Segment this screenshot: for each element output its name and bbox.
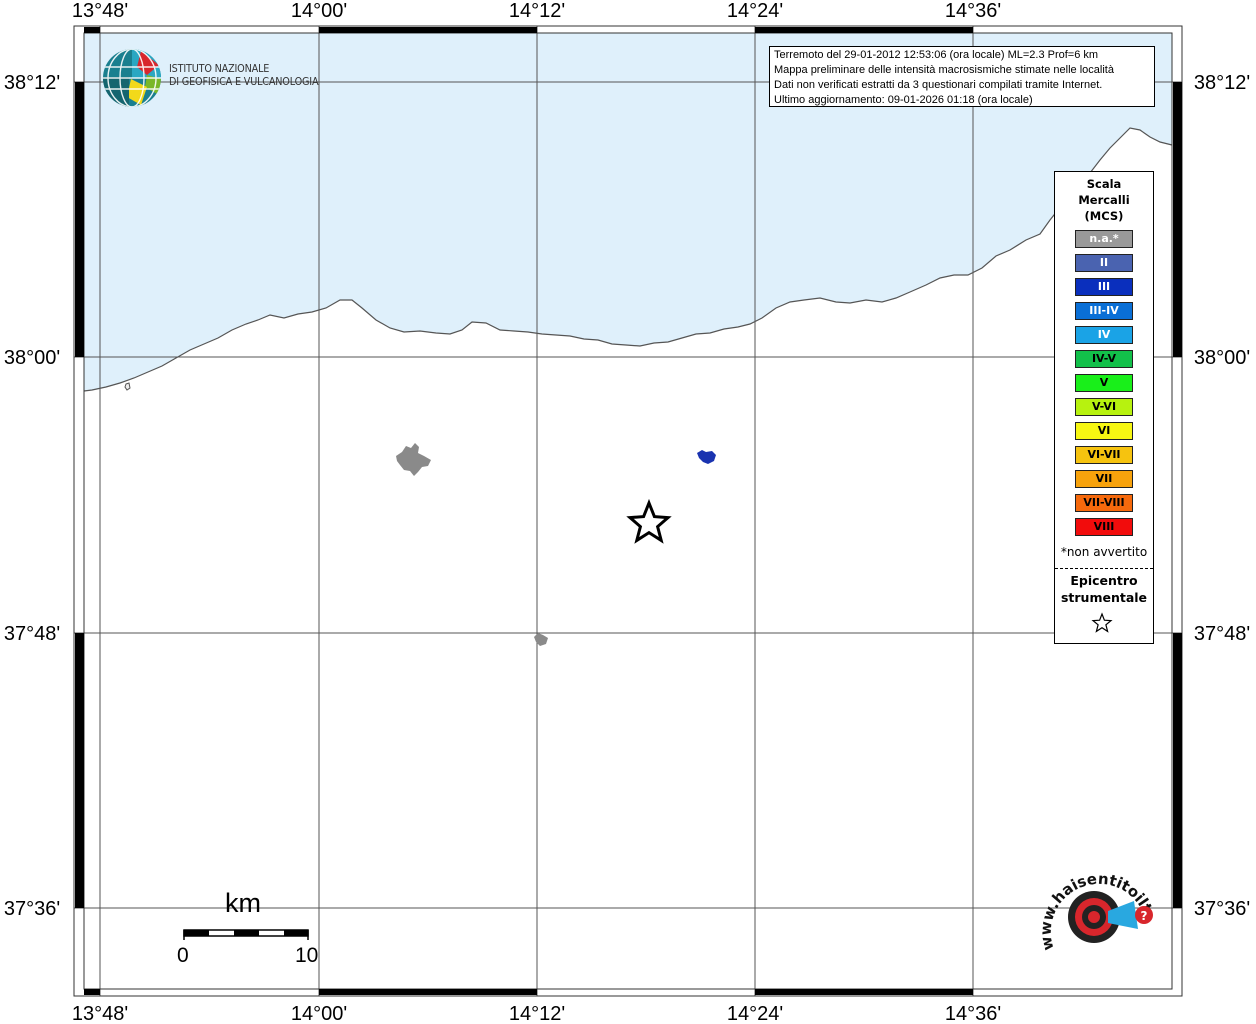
lat-label: 38°12' <box>4 72 60 94</box>
lon-label: 14°00' <box>291 0 347 22</box>
haisentito-badge-icon: www.haisentitoilterremoto.it ? <box>1030 841 1156 952</box>
event-info-box: Terremoto del 29-01-2012 12:53:06 (ora l… <box>769 46 1155 107</box>
globe-icon <box>103 49 161 107</box>
legend-footnote: *non avvertito <box>1060 545 1148 559</box>
epicenter-legend-line: strumentale <box>1060 590 1148 605</box>
legend-swatch: VIII <box>1075 518 1133 536</box>
town-not-felt <box>396 443 431 476</box>
legend-title-line: (MCS) <box>1084 209 1124 223</box>
lon-label: 13°48' <box>72 0 128 22</box>
legend-swatch: VI <box>1075 422 1133 440</box>
epicenter-star <box>626 498 672 544</box>
longitude-labels-top: 13°48' 14°00' 14°12' 14°24' 14°36' <box>72 0 1001 22</box>
legend-swatch: IV-V <box>1075 350 1133 368</box>
lat-label: 37°36' <box>1194 898 1250 920</box>
scale-end: 10 <box>295 944 319 967</box>
legend-title: Scala Mercalli (MCS) <box>1055 176 1153 224</box>
lon-label: 14°24' <box>727 0 783 22</box>
scale-bar <box>183 929 309 940</box>
legend-swatch: II <box>1075 254 1133 272</box>
star-icon <box>1091 612 1113 633</box>
legend-title-line: Scala <box>1086 177 1122 191</box>
legend-swatch: V <box>1075 374 1133 392</box>
lat-label: 37°48' <box>4 623 60 645</box>
legend-swatch: III <box>1075 278 1133 296</box>
latitude-labels-right: 38°12' 38°00' 37°48' 37°36' <box>1194 72 1250 920</box>
scale-start: 0 <box>177 944 189 967</box>
data-source-note: Dati non verificati estratti da 3 questi… <box>774 79 1103 91</box>
islet <box>124 382 131 391</box>
lat-label: 38°00' <box>4 347 60 369</box>
epicenter-legend-line: Epicentro <box>1070 573 1138 588</box>
legend-swatch: IV <box>1075 326 1133 344</box>
lat-label: 38°00' <box>1194 347 1250 369</box>
lon-label: 14°00' <box>291 1003 347 1024</box>
latitude-labels-left: 38°12' 38°00' 37°48' 37°36' <box>4 72 60 920</box>
lat-label: 37°36' <box>4 898 60 920</box>
legend-swatch: VI-VII <box>1075 446 1133 464</box>
svg-text:?: ? <box>1141 909 1148 923</box>
legend-swatch: VII-VIII <box>1075 494 1133 512</box>
scale-unit: km <box>225 888 261 918</box>
lat-label: 37°48' <box>1194 623 1250 645</box>
lon-label: 14°36' <box>945 0 1001 22</box>
epicenter-legend-label: Epicentro strumentale <box>1055 572 1153 606</box>
town-intensity-iii <box>697 450 716 464</box>
last-update: Ultimo aggiornamento: 09-01-2026 01:18 (… <box>774 94 1033 106</box>
map-description: Mappa preliminare delle intensità macros… <box>774 64 1114 76</box>
legend-swatch: V-VI <box>1075 398 1133 416</box>
lat-label: 38°12' <box>1194 72 1250 94</box>
legend-divider <box>1055 568 1153 569</box>
legend-swatch: VII <box>1075 470 1133 488</box>
intensity-legend: Scala Mercalli (MCS) n.a.* II III III-IV IV I… <box>1054 171 1154 644</box>
town-not-felt <box>534 633 548 646</box>
lon-label: 14°12' <box>509 1003 565 1024</box>
ingv-logo: ISTITUTO NAZIONALE DI GEOFISICA E VULCAN… <box>101 47 331 109</box>
event-title: Terremoto del 29-01-2012 12:53:06 (ora l… <box>774 49 1099 61</box>
logo-line-1: ISTITUTO NAZIONALE <box>169 63 270 75</box>
legend-title-line: Mercalli <box>1078 193 1130 207</box>
haisentito-logo: www.haisentitoilterremoto.it ? <box>1030 841 1158 975</box>
lon-label: 14°36' <box>945 1003 1001 1024</box>
legend-swatch: III-IV <box>1075 302 1133 320</box>
lon-label: 14°12' <box>509 0 565 22</box>
lon-label: 13°48' <box>72 1003 128 1024</box>
legend-swatch: n.a.* <box>1075 230 1133 248</box>
lon-label: 14°24' <box>727 1003 783 1024</box>
logo-line-2: DI GEOFISICA E VULCANOLOGIA <box>169 76 319 88</box>
longitude-labels-bottom: 13°48' 14°00' 14°12' 14°24' 14°36' <box>72 1003 1001 1024</box>
